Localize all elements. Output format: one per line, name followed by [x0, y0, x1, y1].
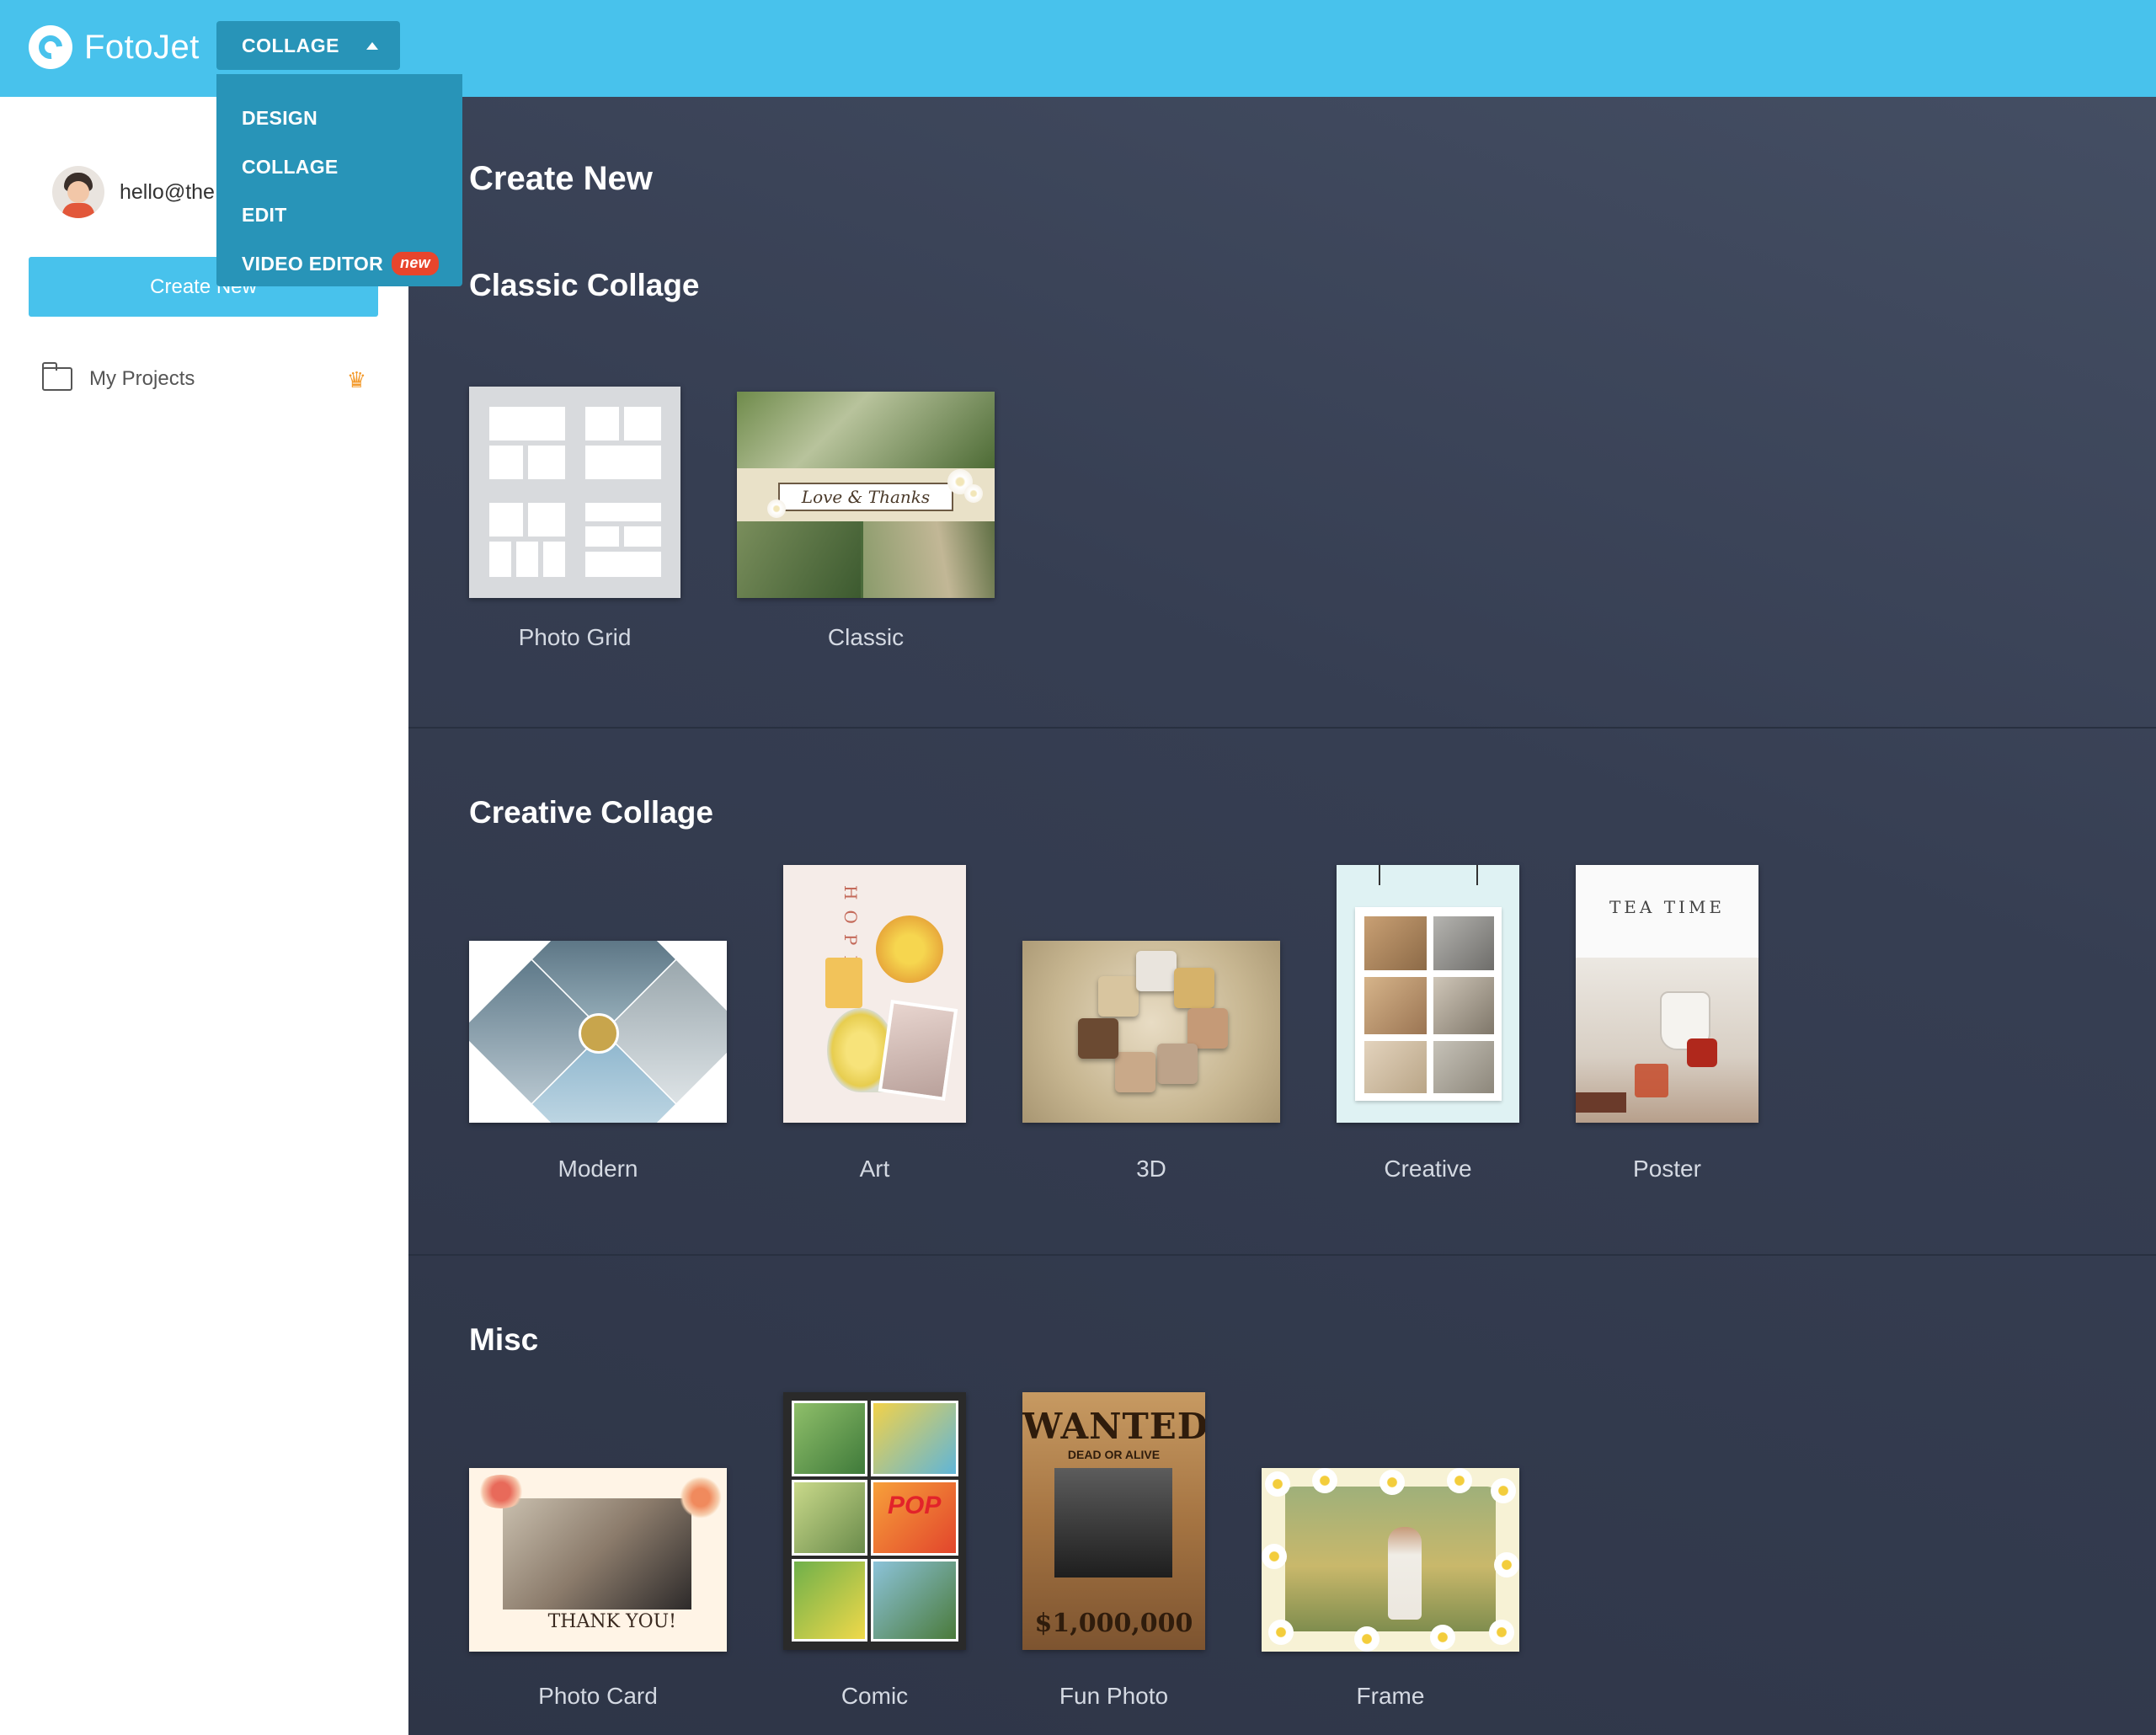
frame-thumbnail: [1262, 1468, 1519, 1652]
template-label: Creative: [1384, 1156, 1472, 1182]
fotojet-logo-icon: [29, 25, 72, 69]
template-label: Poster: [1633, 1156, 1701, 1182]
thumbnail-text: WANTED: [1022, 1406, 1205, 1447]
template-card-art[interactable]: HOPE Art: [783, 865, 966, 1269]
logo-text: FotoJet: [84, 28, 200, 66]
photo-grid-thumbnail: [469, 387, 680, 598]
template-label: Modern: [558, 1156, 638, 1182]
photo-card-thumbnail: THANK YOU!: [469, 1468, 727, 1652]
section-divider: [408, 1254, 2156, 1256]
section-title-misc: Misc: [469, 1322, 539, 1357]
creative-thumbnail: [1337, 865, 1519, 1123]
mode-dropdown-label: COLLAGE: [242, 34, 339, 56]
comic-thumbnail: POP: [783, 1392, 966, 1650]
template-label: Photo Grid: [518, 624, 632, 650]
template-label: Art: [859, 1156, 890, 1182]
menu-item-collage[interactable]: COLLAGE: [216, 143, 462, 192]
template-card-poster[interactable]: TEA TIME Poster: [1576, 865, 1758, 1269]
fun-photo-thumbnail: WANTED DEAD OR ALIVE $1,000,000: [1022, 1392, 1205, 1650]
template-label: Comic: [841, 1683, 909, 1709]
menu-item-video-editor[interactable]: VIDEO EDITOR new: [216, 240, 462, 289]
template-card-photo-card[interactable]: THANK YOU! Photo Card: [469, 1392, 727, 1735]
poster-thumbnail: TEA TIME: [1576, 865, 1758, 1123]
thumbnail-text: TEA TIME: [1609, 897, 1726, 917]
classic-thumbnail: Love & Thanks: [737, 392, 995, 598]
mode-dropdown-menu: DESIGN COLLAGE EDIT VIDEO EDITOR new: [216, 74, 462, 286]
caret-up-icon: [366, 42, 378, 50]
menu-item-design[interactable]: DESIGN: [216, 94, 462, 143]
thumbnail-text: POP: [888, 1492, 942, 1519]
thumbnail-text: Love & Thanks: [777, 482, 954, 512]
sidebar: hello@the Create New My Projects ♛: [0, 97, 408, 1735]
fotojet-logo[interactable]: FotoJet: [29, 22, 200, 72]
modern-thumbnail: [469, 941, 727, 1123]
main-content: Create New Classic Collage Photo Grid Lo…: [408, 97, 2156, 1735]
template-label: Photo Card: [538, 1683, 658, 1709]
template-card-creative[interactable]: Creative: [1337, 865, 1519, 1269]
thumbnail-money: $1,000,000: [1034, 1609, 1193, 1638]
avatar[interactable]: [52, 166, 104, 218]
art-thumbnail: HOPE: [783, 865, 966, 1123]
thumbnail-text: THANK YOU!: [547, 1611, 676, 1632]
template-label: Fun Photo: [1059, 1683, 1169, 1709]
section-title-classic-collage: Classic Collage: [469, 268, 700, 302]
3d-thumbnail: [1022, 941, 1280, 1123]
sidebar-item-my-projects[interactable]: My Projects ♛: [41, 362, 366, 396]
thumbnail-subtext: DEAD OR ALIVE: [1067, 1448, 1161, 1461]
template-card-frame[interactable]: Frame: [1262, 1392, 1519, 1735]
new-badge: new: [392, 252, 439, 276]
template-label: Classic: [827, 624, 905, 650]
folder-icon: [41, 362, 72, 391]
section-title-creative-collage: Creative Collage: [469, 795, 713, 830]
template-card-modern[interactable]: Modern: [469, 865, 727, 1269]
template-card-fun-photo[interactable]: WANTED DEAD OR ALIVE $1,000,000 Fun Phot…: [1022, 1392, 1205, 1735]
user-email[interactable]: hello@the: [120, 180, 215, 205]
sidebar-item-label: My Projects: [89, 367, 195, 390]
mode-dropdown-button[interactable]: COLLAGE: [216, 21, 400, 70]
menu-item-edit[interactable]: EDIT: [216, 191, 462, 240]
section-divider: [408, 727, 2156, 729]
template-card-classic[interactable]: Love & Thanks Classic: [737, 387, 995, 740]
page-title: Create New: [469, 160, 653, 197]
template-card-photo-grid[interactable]: Photo Grid: [469, 387, 680, 740]
template-card-3d[interactable]: 3D: [1022, 865, 1280, 1269]
template-label: 3D: [1136, 1156, 1166, 1182]
template-card-comic[interactable]: POP Comic: [783, 1392, 966, 1735]
template-label: Frame: [1356, 1683, 1425, 1709]
crown-icon: ♛: [346, 367, 366, 392]
badge-icon: [579, 1013, 619, 1054]
